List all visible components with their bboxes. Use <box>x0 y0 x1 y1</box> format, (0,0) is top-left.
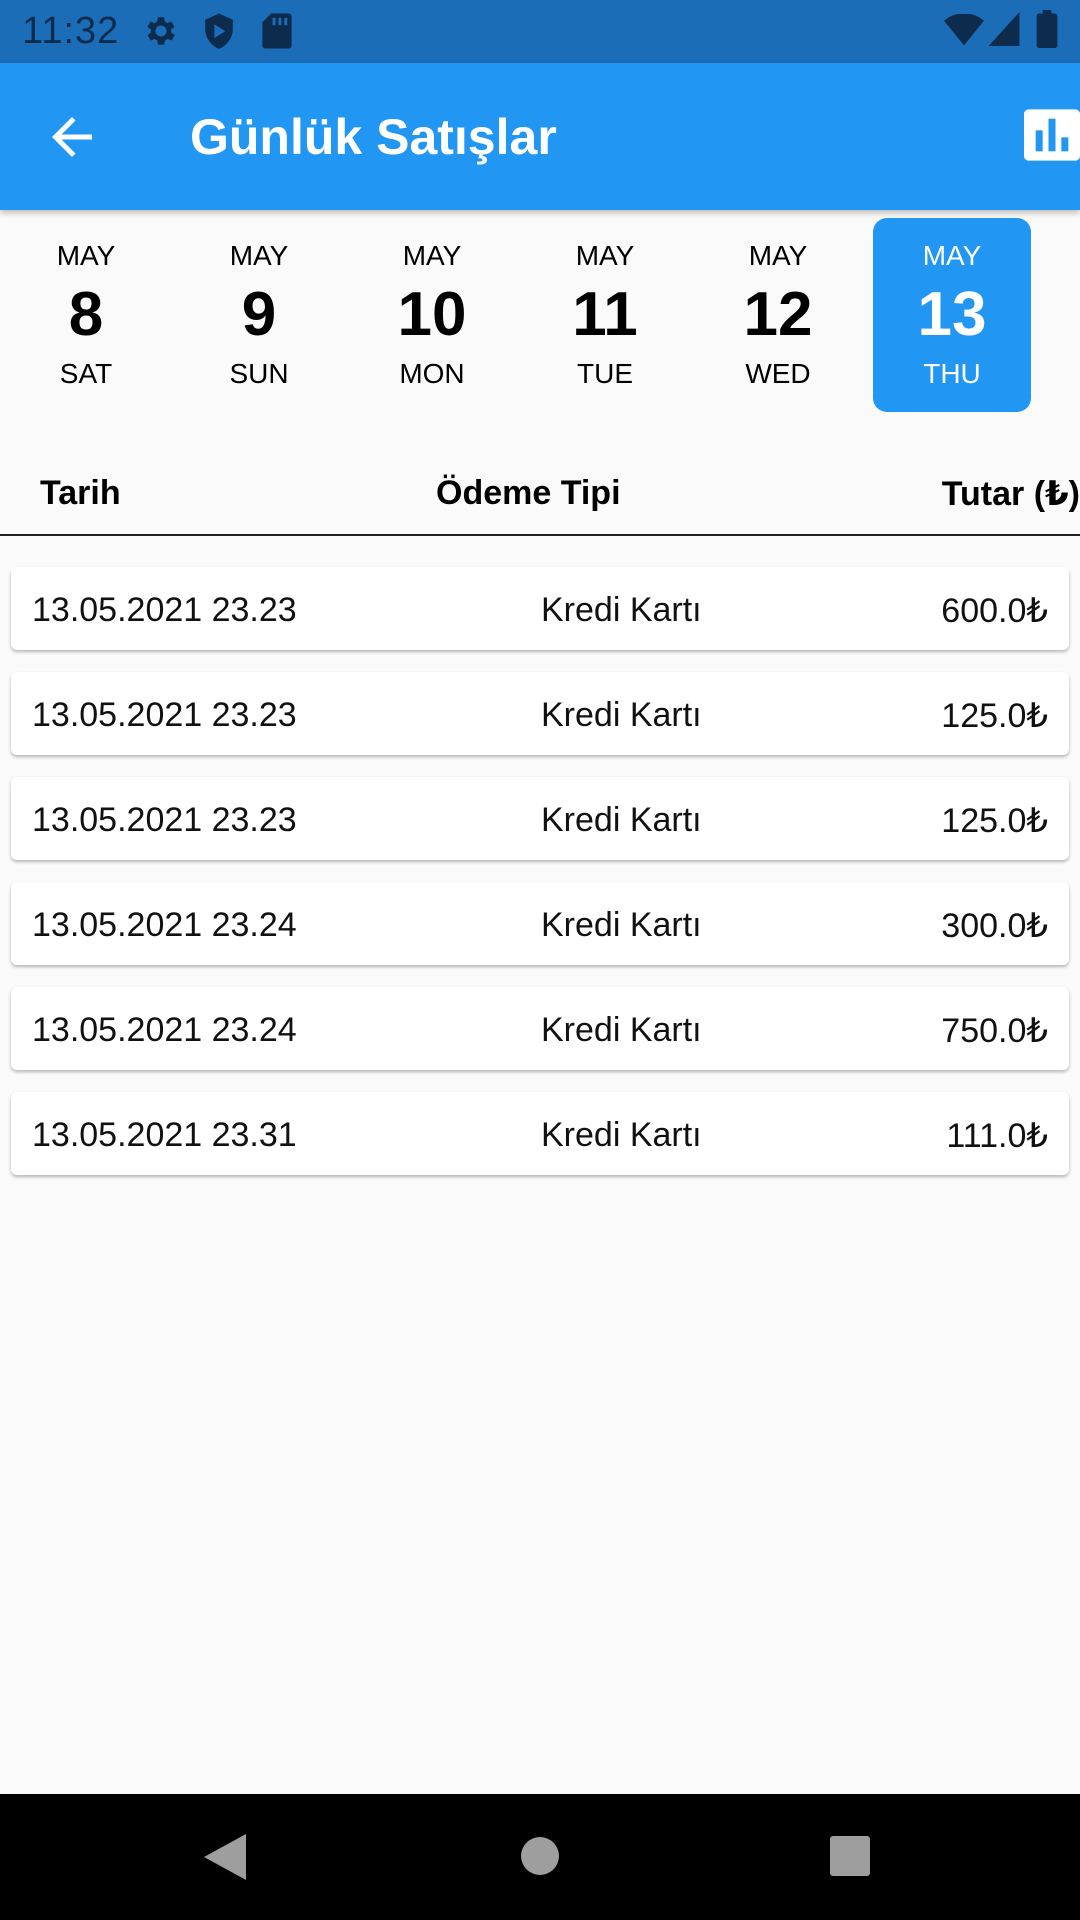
date-item-may-12[interactable]: MAY 12 WED <box>699 218 857 412</box>
app-bar: Günlük Satışlar <box>0 63 1080 210</box>
date-day: 10 <box>397 280 467 349</box>
date-month: MAY <box>402 240 462 271</box>
date-item-may-8[interactable]: MAY 8 SAT <box>7 218 165 412</box>
row-amount: 600.0₺ <box>941 592 1048 630</box>
date-day: 9 <box>241 280 277 349</box>
row-amount: 111.0₺ <box>946 1117 1048 1155</box>
date-weekday: WED <box>745 358 811 389</box>
date-day: 11 <box>572 280 638 349</box>
row-date: 13.05.2021 23.31 <box>32 1116 297 1154</box>
sd-card-icon <box>262 13 292 49</box>
status-bar: 11:32 <box>0 0 1080 63</box>
row-date: 13.05.2021 23.23 <box>32 801 297 839</box>
status-time: 11:32 <box>22 10 120 52</box>
date-day: 8 <box>68 280 104 349</box>
row-amount: 125.0₺ <box>941 697 1048 735</box>
row-date: 13.05.2021 23.24 <box>32 1011 297 1049</box>
gear-icon <box>147 17 175 45</box>
table-row[interactable]: 13.05.2021 23.31 Kredi Kartı 111.0₺ <box>11 1092 1069 1175</box>
date-month: MAY <box>229 240 289 271</box>
date-month: MAY <box>56 240 116 271</box>
system-nav-bar <box>0 1794 1080 1920</box>
row-payment-type: Kredi Kartı <box>541 1116 702 1154</box>
shield-icon <box>205 13 233 49</box>
date-item-may-13-selected[interactable]: MAY 13 THU <box>873 218 1031 412</box>
row-payment-type: Kredi Kartı <box>541 906 702 944</box>
date-day: 12 <box>743 280 813 349</box>
date-month: MAY <box>575 240 635 271</box>
date-day: 13 <box>917 280 987 349</box>
date-item-may-11[interactable]: MAY 11 TUE <box>526 218 684 412</box>
date-weekday: TUE <box>577 358 633 389</box>
date-weekday: SAT <box>59 358 113 389</box>
date-weekday: MON <box>399 358 465 389</box>
table-header: Tarih Ödeme Tipi Tutar (₺) <box>0 462 1080 536</box>
column-header-payment-type: Ödeme Tipi <box>436 474 621 512</box>
row-amount: 300.0₺ <box>941 907 1048 945</box>
bar-chart-icon[interactable] <box>1024 107 1080 163</box>
column-header-amount: Tutar (₺) <box>941 475 1080 513</box>
row-amount: 125.0₺ <box>941 802 1048 840</box>
page-title: Günlük Satışlar <box>190 109 557 165</box>
signal-icon <box>988 12 1020 46</box>
table-row[interactable]: 13.05.2021 23.23 Kredi Kartı 125.0₺ <box>11 777 1069 860</box>
date-item-may-10[interactable]: MAY 10 MON <box>353 218 511 412</box>
row-payment-type: Kredi Kartı <box>541 1011 702 1049</box>
date-month: MAY <box>748 240 808 271</box>
column-header-date: Tarih <box>40 474 121 512</box>
row-amount: 750.0₺ <box>941 1012 1048 1050</box>
row-date: 13.05.2021 23.23 <box>32 696 297 734</box>
table-row[interactable]: 13.05.2021 23.23 Kredi Kartı 600.0₺ <box>11 567 1069 650</box>
date-weekday: THU <box>923 358 981 389</box>
battery-icon <box>1036 10 1058 48</box>
row-date: 13.05.2021 23.24 <box>32 906 297 944</box>
row-payment-type: Kredi Kartı <box>541 696 702 734</box>
date-weekday: SUN <box>229 358 289 389</box>
row-payment-type: Kredi Kartı <box>541 591 702 629</box>
table-row[interactable]: 13.05.2021 23.23 Kredi Kartı 125.0₺ <box>11 672 1069 755</box>
wifi-icon <box>944 14 984 46</box>
row-payment-type: Kredi Kartı <box>541 801 702 839</box>
table-row[interactable]: 13.05.2021 23.24 Kredi Kartı 300.0₺ <box>11 882 1069 965</box>
date-item-may-9[interactable]: MAY 9 SUN <box>180 218 338 412</box>
row-date: 13.05.2021 23.23 <box>32 591 297 629</box>
date-picker: MAY 8 SAT MAY 9 SUN MAY 10 MON MAY 11 TU… <box>0 218 1080 412</box>
recents-nav-icon[interactable] <box>830 1836 870 1876</box>
home-nav-icon[interactable] <box>520 1836 560 1876</box>
back-nav-icon[interactable] <box>204 1834 246 1880</box>
table-row[interactable]: 13.05.2021 23.24 Kredi Kartı 750.0₺ <box>11 987 1069 1070</box>
arrow-back-icon[interactable] <box>42 107 102 167</box>
date-month: MAY <box>922 240 982 271</box>
